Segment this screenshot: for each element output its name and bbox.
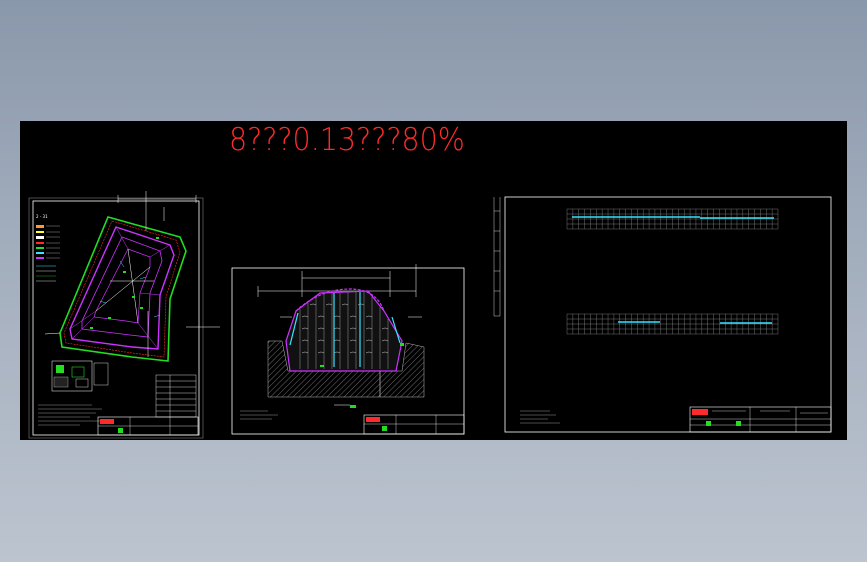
pit-outline (69, 226, 175, 350)
section-sheet (231, 264, 465, 435)
excavation-section (285, 290, 403, 372)
svg-text:2 - 31: 2 - 31 (36, 214, 48, 219)
site-plan-sheet: 2 - 31 (28, 191, 220, 439)
site-plan-buildings (51, 360, 109, 392)
cad-drawing-canvas[interactable]: 8???0.13???80% 2 - 31 (20, 121, 847, 440)
profile-grid-1 (566, 208, 779, 230)
sheet3-title-block (689, 406, 832, 433)
sheet2-title-block (363, 414, 465, 435)
site-plan-legend: 2 - 31 (36, 214, 60, 282)
sheet3-frame (504, 196, 832, 433)
sheet1-outer-frame (28, 197, 204, 439)
profile-table-sheet (493, 196, 832, 433)
cad-sheets-svg: 2 - 31 (28, 191, 832, 439)
profile-grid-2 (566, 313, 779, 335)
sheet1-title-block (97, 416, 199, 436)
